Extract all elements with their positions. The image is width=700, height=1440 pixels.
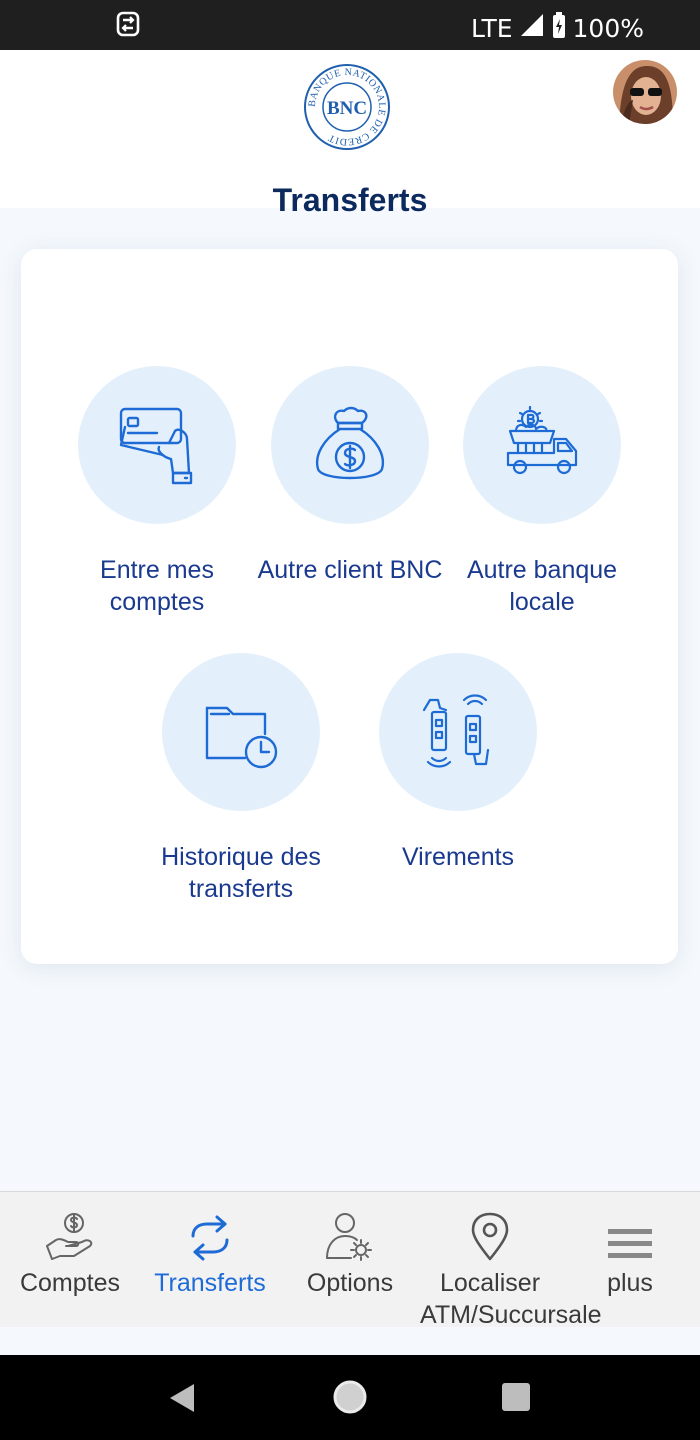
nav-label: plus bbox=[607, 1269, 653, 1297]
tile-label: Entre mes comptes bbox=[100, 556, 214, 616]
avatar[interactable] bbox=[613, 60, 677, 124]
truck-icon bbox=[506, 405, 578, 475]
nav-label: Localiser ATM/Succursale bbox=[420, 1269, 602, 1329]
recents-icon bbox=[502, 1383, 530, 1411]
battery-icon bbox=[551, 11, 567, 45]
logo-text: BNC bbox=[327, 98, 367, 119]
nav-transferts[interactable]: Transferts bbox=[140, 1192, 280, 1299]
money-bag-icon bbox=[315, 406, 385, 480]
location-pin-icon bbox=[471, 1212, 509, 1261]
transfer-options-card: Entre mes comptes Autre client BNC Autre… bbox=[21, 249, 678, 964]
tile-circle bbox=[463, 366, 621, 524]
bnc-logo[interactable]: BANQUE NATIONALE DE CREDIT BNC bbox=[302, 62, 392, 157]
system-nav-bar bbox=[0, 1355, 700, 1440]
tile-label: Autre banque locale bbox=[466, 556, 618, 616]
tile-circle bbox=[271, 366, 429, 524]
recents-button[interactable] bbox=[501, 1382, 531, 1417]
network-label: LTE bbox=[470, 13, 513, 43]
menu-icon bbox=[608, 1229, 652, 1258]
tile-label: Autre client BNC bbox=[257, 556, 443, 584]
phone-transfer-icon bbox=[422, 694, 490, 768]
tile-historique-des-transferts[interactable]: Historique des transferts bbox=[141, 653, 341, 905]
card-hand-icon bbox=[119, 407, 193, 485]
sync-icon bbox=[114, 10, 142, 44]
tile-circle bbox=[162, 653, 320, 811]
nav-label: Comptes bbox=[19, 1269, 121, 1297]
home-icon bbox=[333, 1380, 367, 1414]
nav-label: Options bbox=[306, 1269, 394, 1297]
page-title: Transferts bbox=[272, 182, 428, 218]
tile-autre-banque-locale[interactable]: Autre banque locale bbox=[442, 366, 642, 618]
folder-clock-icon bbox=[205, 706, 278, 769]
status-bar: LTE 100% bbox=[0, 0, 700, 50]
back-icon bbox=[170, 1384, 194, 1412]
transfer-arrows-icon bbox=[191, 1215, 229, 1261]
tile-circle bbox=[379, 653, 537, 811]
user-gear-icon bbox=[326, 1213, 372, 1261]
tile-label: Virements bbox=[401, 843, 515, 871]
signal-icon bbox=[519, 12, 545, 44]
hand-coin-icon bbox=[46, 1213, 93, 1260]
bottom-spacer bbox=[0, 1327, 700, 1355]
tile-label: Historique des transferts bbox=[161, 843, 321, 903]
back-button[interactable] bbox=[166, 1382, 198, 1419]
nav-options[interactable]: Options bbox=[280, 1192, 420, 1299]
tile-circle bbox=[78, 366, 236, 524]
tile-virements[interactable]: Virements bbox=[358, 653, 558, 873]
nav-localiser[interactable]: Localiser ATM/Succursale bbox=[420, 1192, 602, 1331]
battery-level: 100% bbox=[572, 13, 644, 43]
bottom-nav: Comptes Transferts Options Localiser ATM… bbox=[0, 1191, 700, 1331]
status-right: LTE 100% bbox=[471, 11, 644, 45]
nav-comptes[interactable]: Comptes bbox=[0, 1192, 140, 1299]
nav-label: Transferts bbox=[154, 1269, 266, 1297]
home-button[interactable] bbox=[332, 1379, 368, 1420]
tile-entre-mes-comptes[interactable]: Entre mes comptes bbox=[57, 366, 257, 618]
tile-autre-client-bnc[interactable]: Autre client BNC bbox=[250, 366, 450, 586]
nav-plus[interactable]: plus bbox=[560, 1192, 700, 1299]
